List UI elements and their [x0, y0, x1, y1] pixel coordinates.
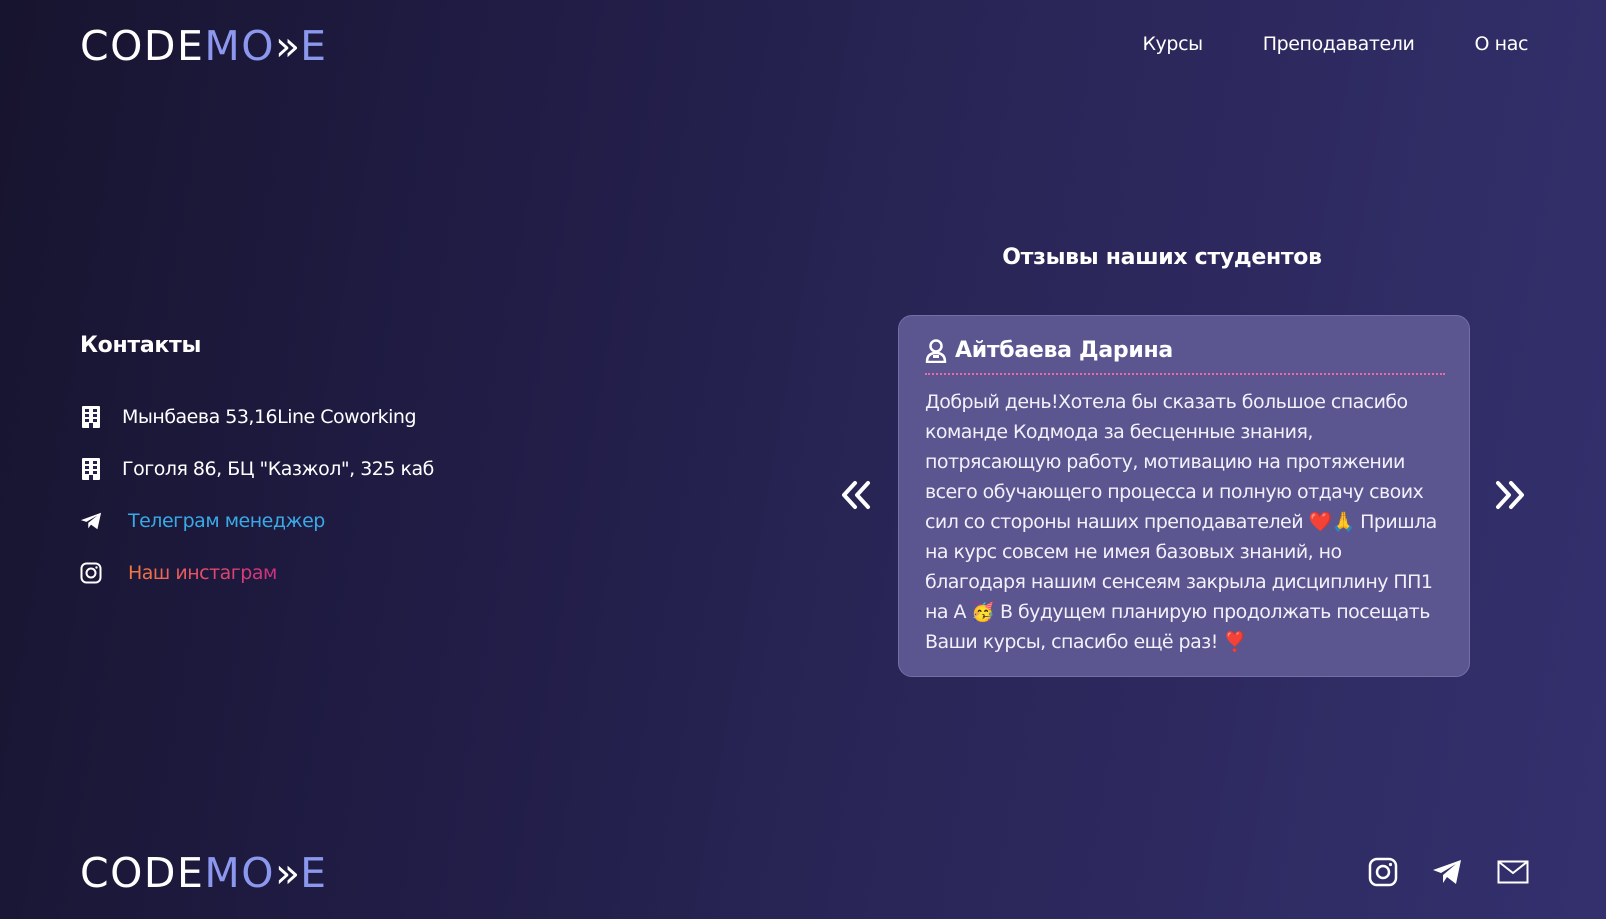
reviews-title: Отзывы наших студентов	[1002, 245, 1322, 270]
logo-text-e: E	[300, 22, 328, 70]
main-nav: Курсы Преподаватели О нас	[1142, 33, 1528, 55]
review-card-header: Айтбаева Дарина	[925, 338, 1445, 375]
footer-logo[interactable]: CODEMO»E	[80, 853, 328, 894]
contacts-title: Контакты	[80, 333, 202, 358]
footer-mail-button[interactable]	[1496, 855, 1530, 889]
logo-text-mo: MO	[204, 22, 276, 70]
logo-text-e: E	[300, 849, 328, 897]
contact-address-2: Гоголя 86, БЦ "Казжол", 325 каб	[80, 458, 434, 480]
contact-address-1: Мынбаева 53,16Line Coworking	[80, 406, 417, 428]
review-card: Айтбаева Дарина Добрый день!Хотела бы ск…	[898, 315, 1470, 677]
instagram-icon	[80, 562, 102, 584]
nav-item-courses[interactable]: Курсы	[1142, 33, 1203, 55]
review-prev-button[interactable]	[836, 475, 876, 515]
nav-item-about[interactable]: О нас	[1474, 33, 1528, 55]
logo-arrows: »	[275, 849, 300, 897]
review-text: Добрый день!Хотела бы сказать большое сп…	[925, 391, 1437, 653]
double-chevron-right-icon	[1496, 481, 1524, 509]
instagram-icon	[1368, 857, 1398, 887]
logo-arrows: »	[275, 22, 300, 70]
telegram-icon	[1433, 860, 1461, 884]
logo-text-code: CODE	[80, 849, 205, 897]
review-next-button[interactable]	[1490, 475, 1530, 515]
footer-telegram-button[interactable]	[1430, 855, 1464, 889]
user-icon	[925, 338, 947, 363]
logo-text-mo: MO	[204, 849, 276, 897]
review-author: Айтбаева Дарина	[955, 338, 1173, 363]
telegram-manager-link[interactable]: Телеграм менеджер	[128, 510, 325, 532]
instagram-link[interactable]: Наш инстаграм	[128, 562, 277, 584]
building-icon	[80, 406, 102, 428]
double-chevron-left-icon	[842, 481, 870, 509]
footer-instagram-button[interactable]	[1366, 855, 1400, 889]
telegram-icon	[80, 510, 102, 532]
building-icon	[80, 458, 102, 480]
mail-icon	[1497, 860, 1529, 884]
logo-text-code: CODE	[80, 22, 205, 70]
contact-instagram: Наш инстаграм	[80, 562, 277, 584]
header-logo[interactable]: CODEMO»E	[80, 26, 328, 67]
contact-address-1-text: Мынбаева 53,16Line Coworking	[122, 406, 417, 428]
contact-address-2-text: Гоголя 86, БЦ "Казжол", 325 каб	[122, 458, 434, 480]
contact-telegram: Телеграм менеджер	[80, 510, 325, 532]
nav-item-teachers[interactable]: Преподаватели	[1263, 33, 1415, 55]
